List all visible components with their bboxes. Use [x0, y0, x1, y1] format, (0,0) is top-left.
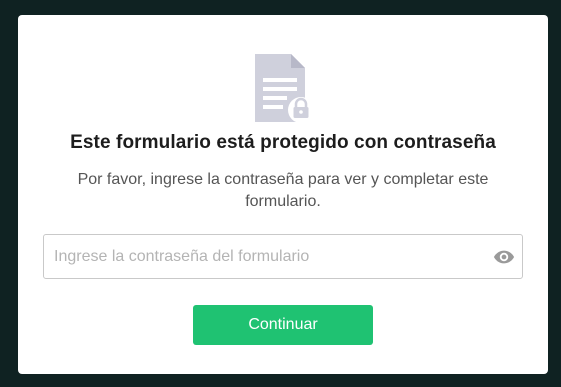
- password-input[interactable]: [54, 235, 484, 278]
- eye-icon[interactable]: [493, 247, 515, 267]
- modal-subtitle: Por favor, ingrese la contraseña para ve…: [77, 171, 489, 210]
- locked-document-icon: [255, 54, 314, 123]
- password-modal: Este formulario está protegido con contr…: [18, 15, 548, 374]
- password-field: [43, 234, 523, 279]
- continue-button[interactable]: Continuar: [193, 305, 373, 345]
- modal-title: Este formulario está protegido con contr…: [70, 132, 496, 153]
